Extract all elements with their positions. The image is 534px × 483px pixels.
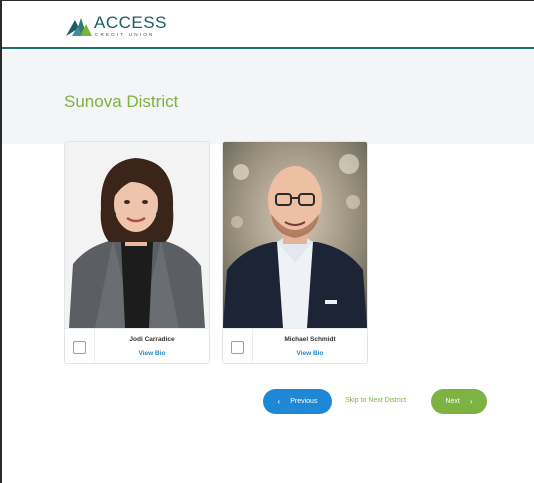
candidate-card: Michael Schmidt View Bio — [222, 141, 368, 364]
select-checkbox[interactable] — [73, 341, 86, 354]
brand-name: ACCESS — [94, 13, 167, 32]
view-bio-link[interactable]: View Bio — [253, 350, 367, 357]
brand-logo[interactable]: ACCESS CREDIT UNION — [66, 14, 167, 40]
header: ACCESS CREDIT UNION — [2, 1, 534, 47]
candidate-card-footer: Michael Schmidt View Bio — [223, 328, 367, 363]
candidate-portrait-icon — [223, 142, 367, 328]
footer-divider — [252, 329, 253, 363]
previous-label: Previous — [290, 398, 318, 405]
candidate-name: Michael Schmidt — [284, 336, 336, 343]
candidate-photo — [65, 142, 209, 328]
skip-district-link[interactable]: Skip to Next District — [345, 397, 406, 404]
next-label: Next — [445, 398, 460, 405]
chevron-right-icon: › — [469, 397, 473, 406]
candidate-card-footer: Jodi Carradice View Bio — [65, 328, 209, 363]
candidate-portrait-icon — [65, 142, 209, 328]
candidate-card: Jodi Carradice View Bio — [64, 141, 210, 364]
candidate-name: Jodi Carradice — [129, 336, 175, 343]
previous-button[interactable]: ‹ Previous — [263, 389, 332, 414]
select-checkbox[interactable] — [231, 341, 244, 354]
brand-subtitle: CREDIT UNION — [95, 32, 155, 37]
view-bio-link[interactable]: View Bio — [95, 350, 209, 357]
chevron-left-icon: ‹ — [277, 397, 281, 406]
page-title: Sunova District — [64, 92, 179, 111]
footer-divider — [94, 329, 95, 363]
next-button[interactable]: Next › — [431, 389, 487, 414]
candidate-photo — [223, 142, 367, 328]
access-logo-icon — [66, 18, 92, 36]
